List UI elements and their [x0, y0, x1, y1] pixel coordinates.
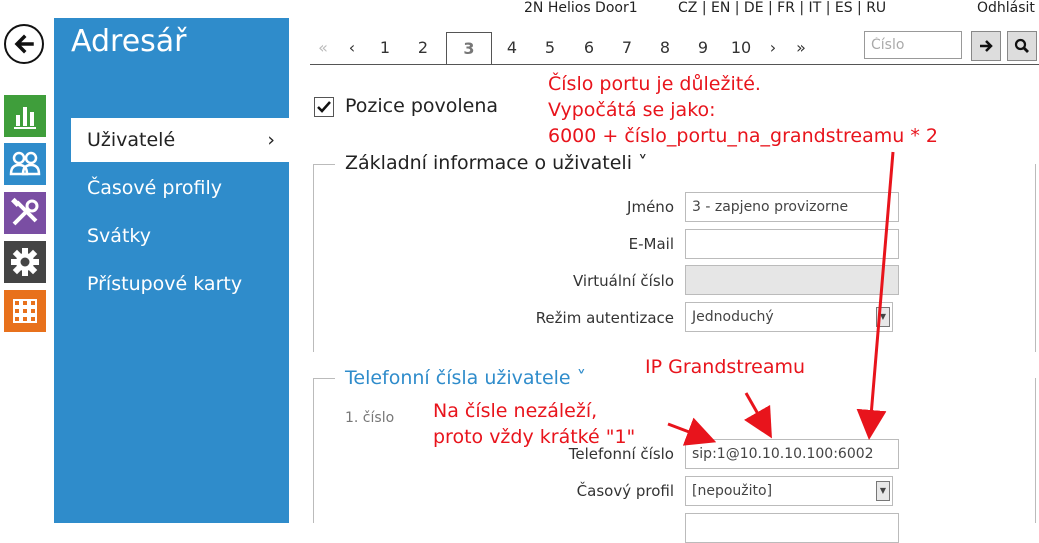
email-field[interactable] — [685, 229, 899, 259]
directory-tile[interactable] — [4, 143, 46, 185]
arrow-right-icon — [980, 40, 993, 52]
name-label: Jméno — [627, 198, 674, 216]
go-button[interactable] — [971, 31, 1001, 61]
page-8[interactable]: 8 — [650, 38, 680, 57]
basic-box-top-left — [313, 164, 335, 165]
hardware-tile[interactable] — [4, 241, 46, 283]
sidebar-item-label: Uživatelé — [87, 129, 176, 151]
auth-mode-select[interactable]: Jednoduchý ▼ — [685, 302, 893, 332]
ip-arrow — [744, 392, 772, 439]
statistics-tile[interactable] — [4, 95, 46, 137]
settings-icon — [11, 248, 39, 276]
auth-mode-value: Jednoduchý — [692, 309, 774, 325]
tab-divider — [310, 64, 1039, 65]
page-next-button[interactable]: › — [758, 38, 788, 57]
basic-info-section-title[interactable]: Základní informace o uživateli ˅ — [345, 152, 648, 174]
services-tile[interactable] — [4, 192, 46, 234]
page-prev-button[interactable]: ‹ — [337, 38, 367, 57]
phones-box-right — [1035, 378, 1036, 523]
page-2[interactable]: 2 — [408, 38, 438, 57]
checkmark-icon — [317, 101, 331, 113]
number-arrow — [667, 417, 717, 446]
virtual-number-label: Virtuální číslo — [572, 272, 674, 290]
page-3-current[interactable]: 3 — [446, 32, 492, 65]
sidebar-item-label: Časové profily — [87, 177, 222, 199]
logout-link[interactable]: Odhlásit — [977, 0, 1035, 16]
sidebar-item-access-cards[interactable]: Přístupové karty — [71, 262, 289, 306]
page-7[interactable]: 7 — [612, 38, 642, 57]
phone-index-label: 1. číslo — [345, 410, 395, 426]
page-5[interactable]: 5 — [535, 38, 565, 57]
ip-note: IP Grandstreamu — [645, 356, 806, 378]
position-enabled-checkbox[interactable] — [314, 97, 334, 117]
page-10[interactable]: 10 — [726, 38, 756, 57]
sidebar: Adresář Uživatelé › Časové profily Svátk… — [54, 18, 289, 523]
phones-box-top-left — [313, 378, 335, 379]
basic-box-right — [1035, 164, 1036, 352]
back-button[interactable] — [4, 24, 44, 64]
apps-grid-icon — [13, 299, 37, 323]
basic-box-left — [313, 164, 314, 352]
back-arrow-icon — [14, 34, 34, 54]
port-note-line-3: 6000 + číslo_portu_na_grandstreamu * 2 — [548, 125, 938, 147]
number-note-line-2: proto vždy krátké "1" — [433, 426, 636, 448]
port-note-line-2: Vypočátá se jako: — [548, 99, 716, 121]
dropdown-arrow-icon: ▼ — [876, 307, 890, 327]
dropdown-arrow-icon: ▼ — [876, 481, 890, 501]
sidebar-item-users[interactable]: Uživatelé › — [71, 118, 289, 162]
time-profile-value: [nepoužito] — [692, 483, 773, 499]
phones-box-left — [313, 378, 314, 523]
auth-mode-label: Režim autentizace — [535, 309, 674, 327]
next-field-partial[interactable] — [685, 513, 899, 543]
phones-section-title[interactable]: Telefonní čísla uživatele ˅ — [345, 367, 586, 389]
language-switcher[interactable]: CZ | EN | DE | FR | IT | ES | RU — [678, 0, 886, 16]
virtual-number-field — [685, 265, 899, 295]
sidebar-item-holidays[interactable]: Svátky — [71, 214, 289, 258]
sidebar-title: Adresář — [71, 24, 187, 59]
page-6[interactable]: 6 — [574, 38, 604, 57]
email-label: E-Mail — [628, 235, 674, 253]
system-tile[interactable] — [4, 290, 46, 332]
time-profile-label: Časový profil — [576, 482, 674, 500]
position-enabled-label: Pozice povolena — [345, 95, 499, 117]
time-profile-select[interactable]: [nepoužito] ▼ — [685, 476, 893, 506]
statistics-icon — [14, 107, 36, 129]
name-field[interactable]: 3 - zapjeno provizorne — [685, 192, 899, 222]
search-icon — [1014, 38, 1029, 53]
port-note-line-1: Číslo portu je důležité. — [548, 73, 761, 95]
search-button[interactable] — [1007, 31, 1037, 61]
page-4[interactable]: 4 — [497, 38, 527, 57]
sidebar-item-label: Přístupové karty — [87, 273, 243, 295]
phone-number-field[interactable]: sip:1@10.10.10.100:6002 — [685, 439, 899, 469]
number-search-input[interactable] — [864, 31, 962, 59]
number-note-line-1: Na čísle nezáleží, — [433, 400, 598, 422]
page-last-button[interactable]: » — [786, 38, 816, 57]
page-1[interactable]: 1 — [370, 38, 400, 57]
tools-icon — [11, 197, 39, 226]
device-name: 2N Helios Door1 — [524, 0, 638, 16]
sidebar-item-label: Svátky — [87, 225, 151, 247]
page-9[interactable]: 9 — [688, 38, 718, 57]
page-first-button[interactable]: « — [308, 38, 338, 57]
chevron-right-icon: › — [267, 129, 275, 151]
sidebar-item-time-profiles[interactable]: Časové profily — [71, 166, 289, 210]
users-icon — [9, 151, 41, 176]
